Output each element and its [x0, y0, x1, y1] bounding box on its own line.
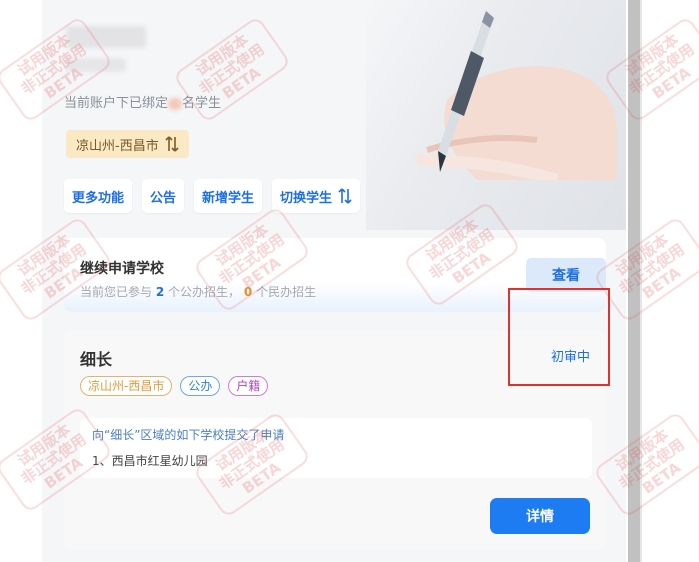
student-count-blurred — [168, 97, 183, 110]
child-name: 细长 — [80, 350, 113, 369]
swap-arrows-icon — [338, 188, 352, 204]
tag-list: 凉山州-西昌市 公办 户籍 — [80, 376, 269, 396]
pen-illustration — [438, 11, 494, 172]
tag-public: 公办 — [180, 376, 221, 396]
applied-schools-box: 向“细长”区域的如下学校提交了申请 1、西昌市红星幼儿园 — [80, 418, 592, 478]
annotation-highlight-box — [508, 288, 610, 386]
mobile-page: 当前账户下已绑定 名学生 凉山州-西昌市 更多功能 公告 新增学生 切换学生 继续… — [42, 0, 626, 562]
more-functions-button[interactable]: 更多功能 — [64, 179, 133, 213]
view-button[interactable]: 查看 — [526, 258, 606, 292]
detail-button[interactable]: 详情 — [490, 498, 590, 534]
add-student-button[interactable]: 新增学生 — [194, 179, 263, 213]
tag-hukou: 户籍 — [228, 376, 269, 396]
participation-summary: 当前您已参与 2 个公办招生， 0 个民办招生 — [80, 285, 317, 299]
announcement-button[interactable]: 公告 — [142, 179, 185, 213]
region-label: 凉山州-西昌市 — [76, 138, 159, 154]
switch-student-button[interactable]: 切换学生 — [272, 179, 361, 213]
public-count: 2 — [155, 285, 165, 299]
tag-region: 凉山州-西昌市 — [80, 376, 173, 396]
region-switch-button[interactable]: 凉山州-西昌市 — [66, 130, 189, 158]
swap-arrows-icon — [165, 136, 179, 152]
quick-actions: 更多功能 公告 新增学生 切换学生 — [64, 179, 361, 213]
